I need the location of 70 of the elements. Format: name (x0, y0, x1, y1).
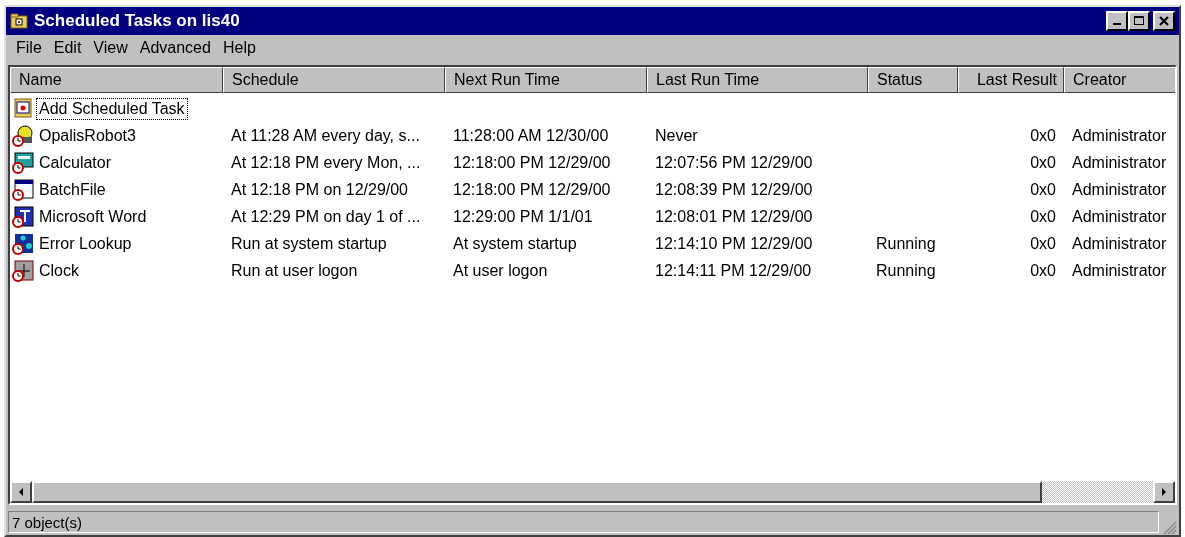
column-header[interactable]: Name (10, 67, 223, 93)
table-cell: At 12:29 PM on day 1 of ... (231, 207, 421, 225)
close-button[interactable] (1153, 11, 1175, 31)
table-cell: At user logon (453, 261, 548, 279)
table-cell: Administrator (1072, 153, 1167, 171)
table-cell: 12:08:01 PM 12/29/00 (655, 207, 813, 225)
clock-icon (12, 259, 34, 282)
menu-item[interactable]: Help (218, 39, 260, 59)
table-cell: 0x0 (1030, 207, 1056, 225)
task-name[interactable]: BatchFile (36, 178, 109, 201)
menu-item[interactable]: Edit (49, 39, 86, 59)
table-cell: Run at system startup (231, 234, 387, 252)
table-cell: 12:14:10 PM 12/29/00 (655, 234, 813, 252)
column-header[interactable]: Next Run Time (445, 67, 647, 93)
window-clock-icon (12, 178, 34, 201)
task-name[interactable]: Calculator (36, 151, 115, 174)
table-cell: 0x0 (1030, 261, 1056, 279)
left-arrow-icon (17, 487, 25, 497)
table-cell: At system startup (453, 234, 577, 252)
table-cell: Running (876, 261, 936, 279)
table-cell: Administrator (1072, 126, 1167, 144)
table-cell: Never (655, 126, 698, 144)
menu-item[interactable]: View (89, 39, 132, 59)
column-header[interactable]: Schedule (223, 67, 445, 93)
table-cell: 12:07:56 PM 12/29/00 (655, 153, 813, 171)
resize-grip-icon[interactable] (1161, 519, 1177, 535)
table-cell: 0x0 (1030, 153, 1056, 171)
window-icon (12, 97, 34, 120)
window-title: Scheduled Tasks on lis40 (34, 11, 241, 31)
task-name[interactable]: Clock (36, 259, 82, 282)
table-cell: 12:18:00 PM 12/29/00 (453, 153, 611, 171)
table-cell: 12:08:39 PM 12/29/00 (655, 180, 813, 198)
task-name[interactable]: OpalisRobot3 (36, 124, 139, 147)
task-name[interactable]: Add Scheduled Task (36, 97, 188, 120)
table-cell: 0x0 (1030, 234, 1056, 252)
right-arrow-icon (1160, 487, 1168, 497)
calculator-clock-icon (12, 151, 34, 174)
menu-item[interactable]: File (12, 39, 46, 59)
table-cell: At 12:18 PM on 12/29/00 (231, 180, 408, 198)
column-header[interactable]: Last Run Time (647, 67, 868, 93)
table-cell: Run at user logon (231, 261, 358, 279)
document-clock-icon (12, 205, 34, 228)
table-cell: 12:29:00 PM 1/1/01 (453, 207, 593, 225)
column-header[interactable]: Creator (1064, 67, 1175, 93)
minimize-button[interactable] (1106, 11, 1128, 31)
menu-item[interactable]: Advanced (135, 39, 215, 59)
minimize-icon (1113, 23, 1121, 25)
table-cell: Administrator (1072, 261, 1167, 279)
column-header[interactable]: Last Result (958, 67, 1064, 93)
task-name[interactable]: Error Lookup (36, 232, 135, 255)
task-name[interactable]: Microsoft Word (36, 205, 150, 228)
table-cell: 12:14:11 PM 12/29/00 (655, 261, 812, 279)
scroll-right-button[interactable] (1153, 481, 1175, 503)
close-icon (1159, 16, 1169, 26)
column-header[interactable]: Status (868, 67, 958, 93)
table-cell: At 11:28 AM every day, s... (231, 126, 420, 144)
table-cell: Running (876, 234, 936, 252)
table-cell: 0x0 (1030, 180, 1056, 198)
table-cell: 11:28:00 AM 12/30/00 (453, 126, 609, 144)
status-text: 7 object(s) (8, 511, 1159, 533)
maximize-button[interactable] (1128, 11, 1150, 31)
table-cell: Administrator (1072, 180, 1167, 198)
folder-icon (10, 13, 28, 29)
table-cell: Administrator (1072, 234, 1167, 252)
table-cell: 12:18:00 PM 12/29/00 (453, 180, 611, 198)
table-cell: At 12:18 PM every Mon, ... (231, 153, 421, 171)
table-cell: Administrator (1072, 207, 1167, 225)
maximize-icon (1134, 16, 1144, 26)
scroll-left-button[interactable] (10, 481, 32, 503)
table-cell: 0x0 (1030, 126, 1056, 144)
